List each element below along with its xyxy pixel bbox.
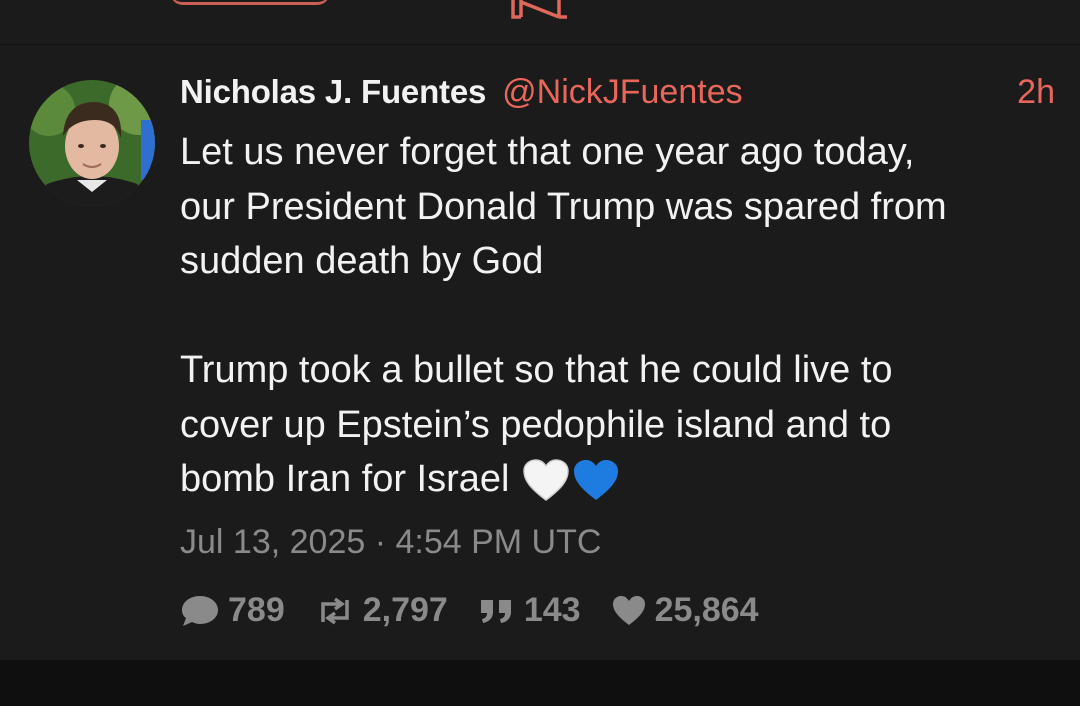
site-logo-icon[interactable] (505, 0, 575, 20)
avatar[interactable] (29, 80, 155, 206)
blue-heart-icon (574, 459, 619, 500)
quote-count: 143 (523, 591, 581, 629)
white-heart-icon (523, 459, 569, 501)
like-count: 25,864 (654, 591, 759, 629)
reply-icon (182, 595, 218, 626)
retweet-icon (320, 597, 349, 624)
tweet-stats: 789 2,797 143 25,864 (180, 591, 789, 630)
like-stat[interactable]: 25,864 (611, 591, 759, 630)
author-handle[interactable]: @NickJFuentes (502, 73, 742, 112)
quote-stat[interactable]: 143 (478, 591, 581, 630)
reply-stat[interactable]: 789 (180, 591, 285, 630)
quote-icon (480, 599, 511, 623)
heart-icon (612, 595, 645, 625)
relative-time[interactable]: 2h (1017, 73, 1055, 112)
author-name[interactable]: Nicholas J. Fuentes (180, 73, 486, 111)
back-arrow-icon[interactable] (170, 0, 330, 5)
retweet-stat[interactable]: 2,797 (315, 591, 448, 630)
tweet-header: Nicholas J. Fuentes @NickJFuentes 2h (180, 73, 1055, 117)
tweet-text: Let us never forget that one year ago to… (180, 125, 1050, 507)
reply-count: 789 (228, 591, 285, 629)
top-navigation-bar (0, 0, 1080, 45)
tweet-text-content: Let us never forget that one year ago to… (180, 131, 947, 500)
tweet-timestamp[interactable]: Jul 13, 2025 · 4:54 PM UTC (180, 523, 601, 562)
retweet-count: 2,797 (362, 591, 448, 629)
bottom-bar (0, 660, 1080, 706)
tweet-card[interactable]: Nicholas J. Fuentes @NickJFuentes 2h Let… (0, 45, 1080, 660)
